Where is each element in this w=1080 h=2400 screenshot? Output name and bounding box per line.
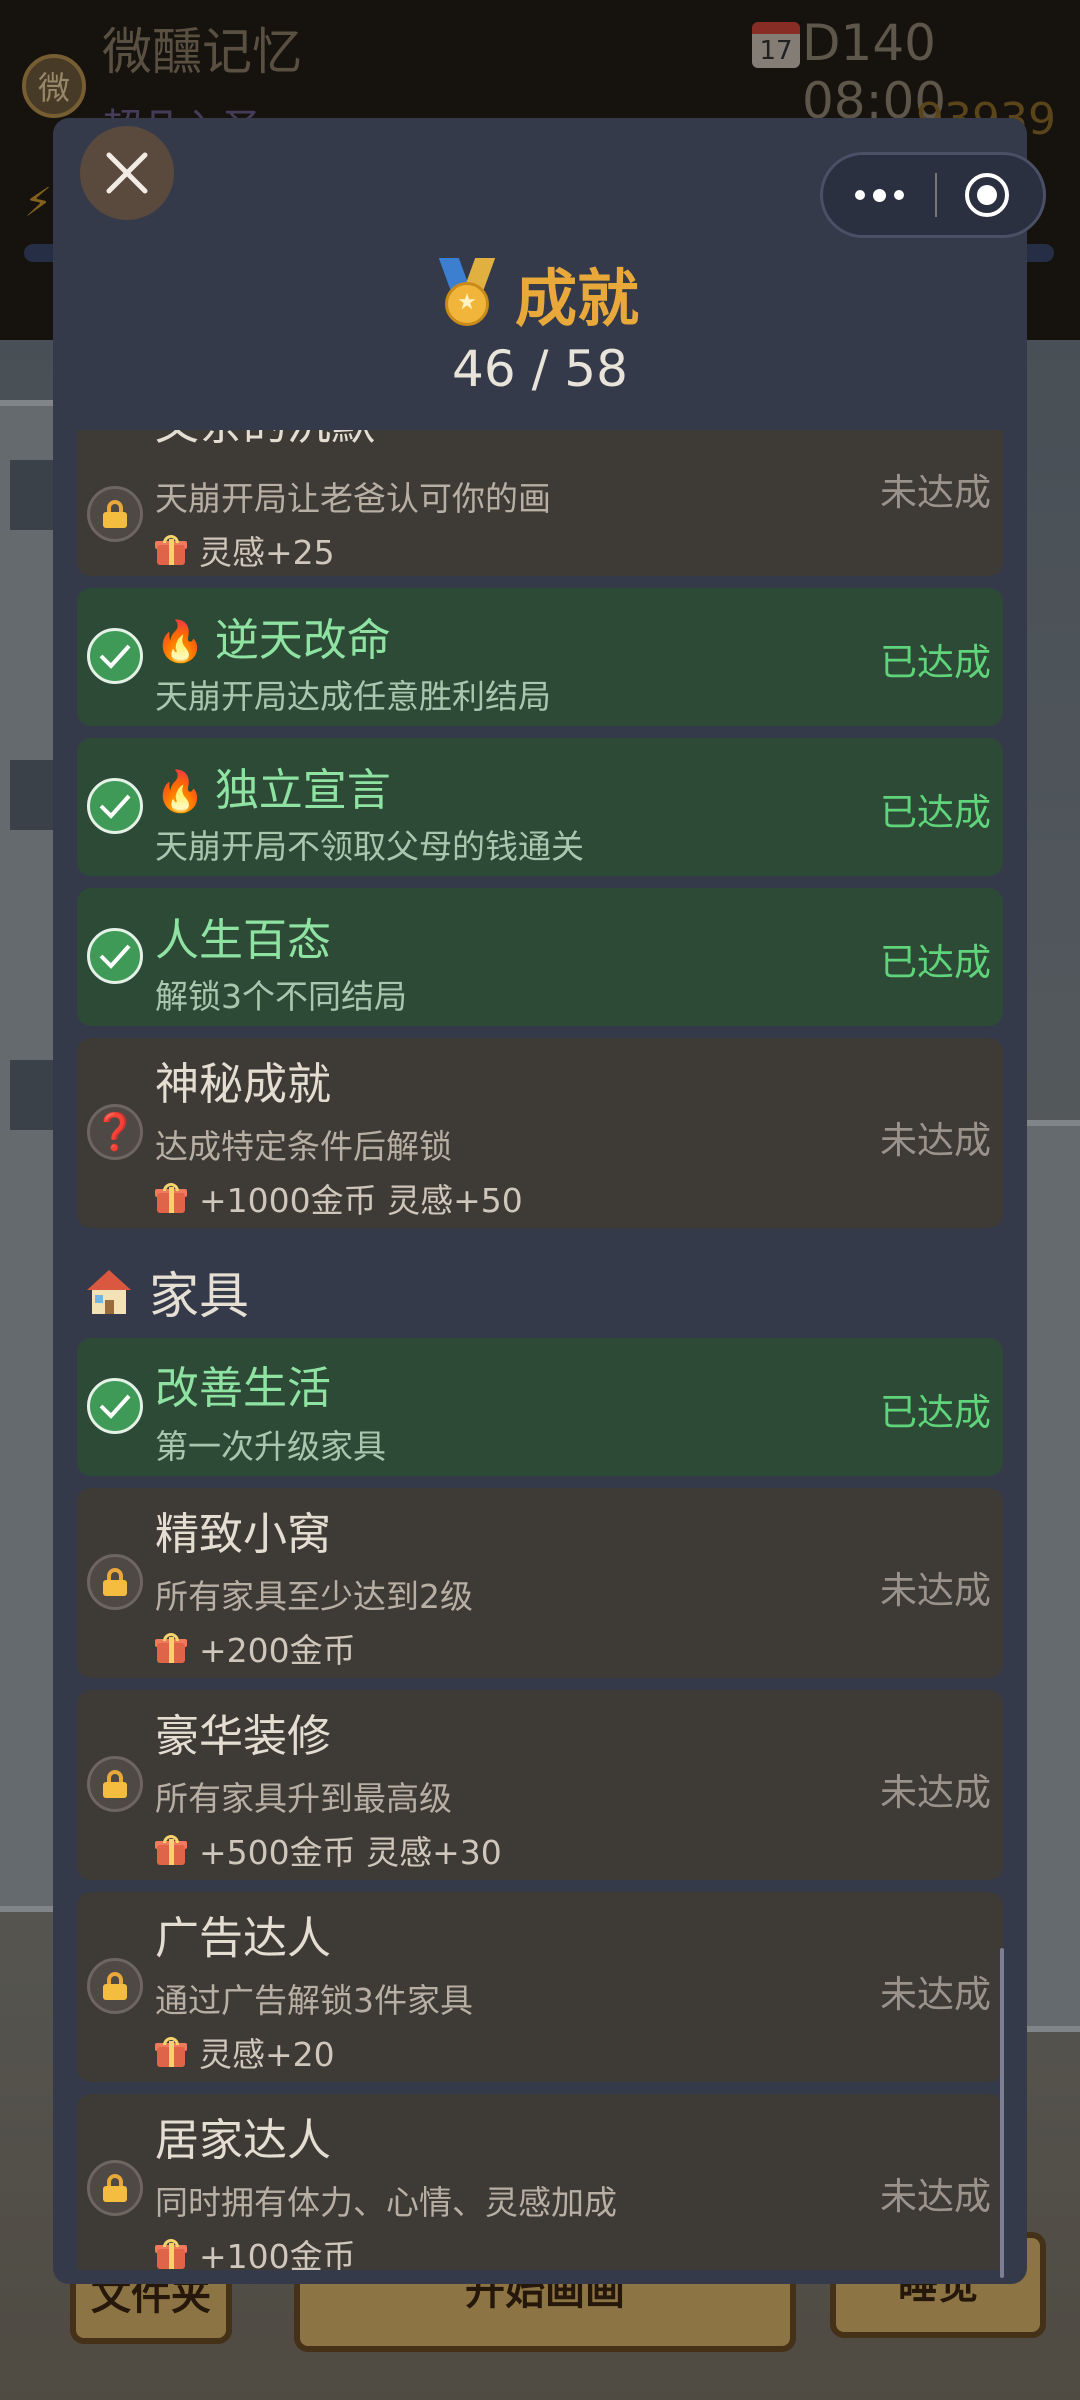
lock-icon [87,1958,143,2014]
achievement-name: 精致小窝 [155,1509,331,1560]
achievement-reward: 灵感+25 [155,526,335,574]
achievement-status: 未达成 [880,1973,991,2016]
medal-icon: ★ [438,258,496,328]
achievement-reward: +1000金币 灵感+50 [155,1174,523,1222]
achievement-desc: 达成特定条件后解锁 [155,1127,452,1166]
achievement-name: 改善生活 [155,1363,331,1414]
achievement-card: 居家达人 同时拥有体力、心情、灵感加成 +100金币 未达成 [77,2094,1003,2270]
achievement-name: 豪华装修 [155,1711,331,1762]
achievement-desc: 所有家具升到最高级 [155,1779,452,1818]
achievement-reward: +500金币 灵感+30 [155,1826,502,1874]
achievement-status: 已达成 [880,1391,991,1434]
gift-icon [155,1183,187,1213]
section-header-furniture: 家具 [87,1256,249,1328]
achievement-desc: 解锁3个不同结局 [155,977,407,1016]
achievement-reward: +200金币 [155,1624,356,1672]
achievement-name: 广告达人 [155,1913,331,1964]
achievements-modal: ★ 成就 46 / 58 父亲的沉默 天崩开局让老爸认可你的画 灵感+25 未达… [53,118,1027,2284]
close-icon [106,152,148,194]
lock-icon [87,1756,143,1812]
achievement-status: 未达成 [880,1119,991,1162]
modal-title-text: 成就 [514,262,639,335]
achievement-status: 已达成 [880,791,991,834]
lock-icon [87,1554,143,1610]
achievement-card: 🔥 逆天改命 天崩开局达成任意胜利结局 已达成 [77,588,1003,726]
achievement-status: 未达成 [880,1569,991,1612]
achievement-desc: 天崩开局达成任意胜利结局 [155,677,551,716]
house-icon [87,1270,131,1314]
lock-icon [87,2160,143,2216]
achievement-desc: 第一次升级家具 [155,1427,386,1466]
lock-icon [87,486,143,542]
capsule-divider [935,173,937,217]
achievement-reward: 灵感+20 [155,2028,335,2076]
gift-icon [155,1835,187,1865]
achievement-reward: +100金币 [155,2230,356,2270]
achievement-card: 人生百态 解锁3个不同结局 已达成 [77,888,1003,1026]
scrollbar[interactable] [1000,1948,1004,2278]
check-icon [87,928,143,984]
check-icon [87,1378,143,1434]
achievement-desc: 通过广告解锁3件家具 [155,1981,473,2020]
check-icon [87,628,143,684]
gift-icon [155,2037,187,2067]
achievement-name: 父亲的沉默 [155,430,375,452]
achievement-desc: 所有家具至少达到2级 [155,1577,473,1616]
fire-icon: 🔥 [155,769,205,815]
close-button[interactable] [80,126,174,220]
achievement-name: 🔥 逆天改命 [155,615,391,666]
achievement-card: 豪华装修 所有家具升到最高级 +500金币 灵感+30 未达成 [77,1690,1003,1880]
achievement-status: 已达成 [880,641,991,684]
gift-icon [155,2239,187,2269]
achievement-status: 未达成 [880,1771,991,1814]
achievement-name: 居家达人 [155,2115,331,2166]
achievement-list[interactable]: 父亲的沉默 天崩开局让老爸认可你的画 灵感+25 未达成 🔥逆天改命 天崩开局达… [77,430,1003,2270]
achievement-card: ❓ 神秘成就 达成特定条件后解锁 +1000金币 灵感+50 未达成 [77,1038,1003,1228]
achievement-name: 🔥 独立宣言 [155,765,391,816]
more-options-button[interactable] [823,155,935,235]
gift-icon [155,1633,187,1663]
fire-icon: 🔥 [155,619,205,665]
achievement-desc: 天崩开局不领取父母的钱通关 [155,827,584,866]
achievement-status: 已达成 [880,941,991,984]
achievement-name: 人生百态 [155,915,331,966]
check-icon [87,778,143,834]
gift-icon [155,535,187,565]
achievement-card: 改善生活 第一次升级家具 已达成 [77,1338,1003,1476]
achievement-status: 未达成 [880,2175,991,2218]
achievement-desc: 同时拥有体力、心情、灵感加成 [155,2183,617,2222]
exit-miniprogram-button[interactable] [965,173,1009,217]
modal-title: ★ 成就 [53,248,1027,338]
achievement-card: 精致小窝 所有家具至少达到2级 +200金币 未达成 [77,1488,1003,1678]
achievement-progress: 46 / 58 [452,340,628,398]
achievement-card: 🔥 独立宣言 天崩开局不领取父母的钱通关 已达成 [77,738,1003,876]
achievement-card: 父亲的沉默 天崩开局让老爸认可你的画 灵感+25 未达成 [77,430,1003,576]
achievement-status: 未达成 [880,471,991,514]
achievement-card: 广告达人 通过广告解锁3件家具 灵感+20 未达成 [77,1892,1003,2082]
achievement-name: 神秘成就 [155,1059,331,1110]
question-icon: ❓ [87,1104,143,1160]
miniprogram-capsule [820,152,1046,238]
achievement-desc: 天崩开局让老爸认可你的画 [155,479,551,518]
